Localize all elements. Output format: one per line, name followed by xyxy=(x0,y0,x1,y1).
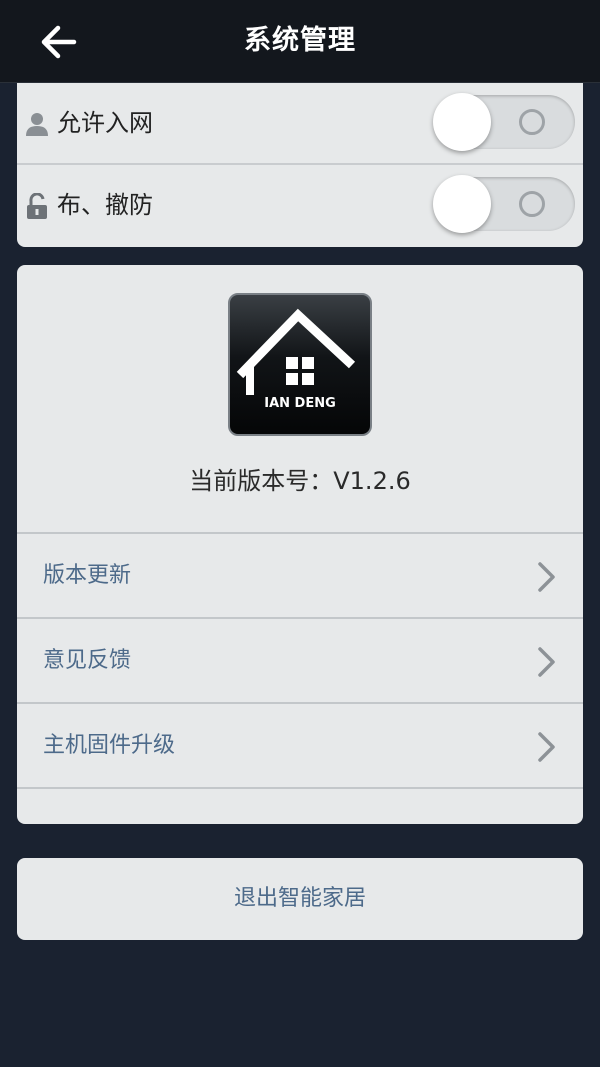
logo-text: IAN DENG xyxy=(264,396,336,411)
toggle-label-allow-network: 允许入网 xyxy=(57,109,153,137)
user-icon xyxy=(26,113,48,136)
menu-label-firmware-upgrade: 主机固件升级 xyxy=(43,733,176,758)
menu-divider xyxy=(17,787,583,789)
arm-disarm-switch[interactable] xyxy=(433,175,575,233)
menu-label-version-update: 版本更新 xyxy=(43,563,132,588)
app-info-card: IAN DENG 当前版本号：V1.2.6 版本更新 意见反馈 主机固件升级 xyxy=(17,265,583,824)
chevron-right-icon xyxy=(538,732,555,762)
switch-knob[interactable] xyxy=(433,93,491,151)
switch-off-indicator xyxy=(519,191,545,217)
toggle-settings-card: 允许入网 布、撤防 xyxy=(17,83,583,247)
house-logo-icon xyxy=(236,308,356,395)
chevron-right-icon xyxy=(538,647,555,677)
lock-icon xyxy=(27,193,47,219)
logout-button[interactable]: 退出智能家居 xyxy=(17,858,583,940)
allow-network-switch[interactable] xyxy=(433,93,575,151)
page-title: 系统管理 xyxy=(244,25,356,56)
toggle-label-arm-disarm: 布、撤防 xyxy=(57,191,153,219)
switch-off-indicator xyxy=(519,109,545,135)
switch-knob[interactable] xyxy=(433,175,491,233)
toggle-row-allow-network: 允许入网 xyxy=(17,83,583,163)
menu-item-version-update[interactable]: 版本更新 xyxy=(17,534,583,618)
version-label: 当前版本号：V1.2.6 xyxy=(189,467,411,495)
toggle-row-arm-disarm: 布、撤防 xyxy=(17,165,583,245)
chevron-right-icon xyxy=(538,562,555,592)
logout-label: 退出智能家居 xyxy=(233,886,366,911)
app-logo: IAN DENG xyxy=(228,293,372,436)
menu-label-feedback: 意见反馈 xyxy=(43,648,132,673)
menu-item-firmware-upgrade[interactable]: 主机固件升级 xyxy=(17,704,583,788)
menu-item-feedback[interactable]: 意见反馈 xyxy=(17,619,583,703)
header-bar: 系统管理 xyxy=(0,0,600,83)
